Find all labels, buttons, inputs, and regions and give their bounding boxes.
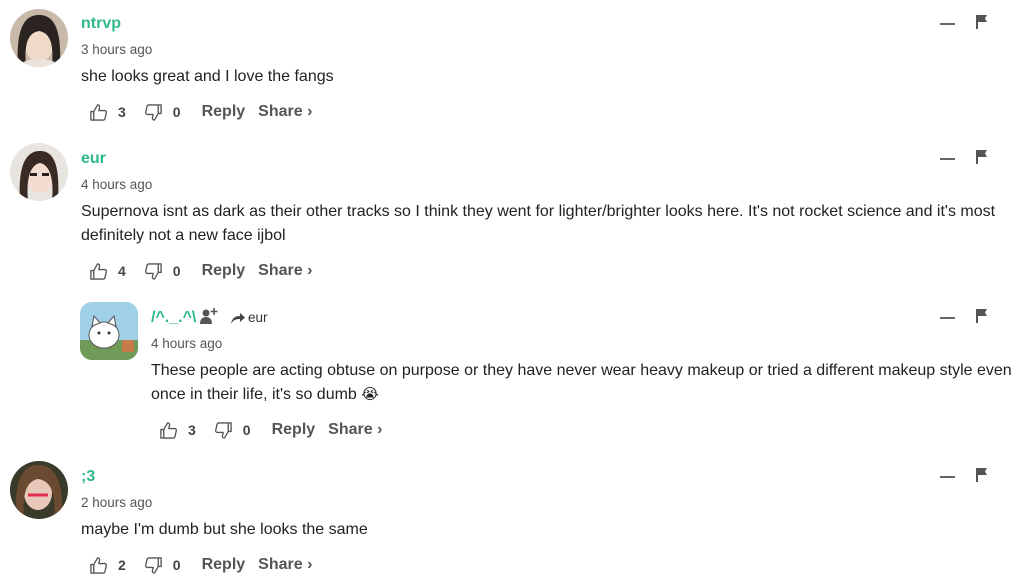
thumbs-up-icon <box>90 556 108 574</box>
flag-icon[interactable] <box>975 308 989 324</box>
share-button[interactable]: Share › <box>258 103 312 121</box>
flag-icon[interactable] <box>975 149 989 165</box>
minimize-icon[interactable] <box>940 14 956 30</box>
timestamp[interactable]: 4 hours ago <box>81 177 152 192</box>
comment-text: maybe I'm dumb but she looks the same <box>81 521 368 538</box>
comment-text: she looks great and I love the fangs <box>81 68 334 85</box>
like-count: 2 <box>118 557 126 573</box>
comment-actions: 3 0 Reply Share › <box>89 100 312 124</box>
username[interactable]: ;3 <box>81 468 95 486</box>
reply-button[interactable]: Reply <box>202 556 246 574</box>
thumbs-down-icon <box>144 103 162 121</box>
thumbs-up-icon <box>90 103 108 121</box>
like-button[interactable]: 3 <box>89 103 126 122</box>
reply-arrow-icon <box>231 312 245 324</box>
like-button[interactable]: 4 <box>89 262 126 281</box>
avatar[interactable] <box>10 9 68 67</box>
dislike-button[interactable]: 0 <box>144 262 181 281</box>
comment-actions: 3 0 Reply Share › <box>159 418 382 442</box>
avatar[interactable] <box>10 461 68 519</box>
thumbs-down-icon <box>144 262 162 280</box>
comment-actions: 4 0 Reply Share › <box>89 259 312 283</box>
flag-icon[interactable] <box>975 14 989 30</box>
avatar[interactable] <box>10 143 68 201</box>
like-count: 3 <box>118 104 126 120</box>
comment-text: These people are acting obtuse on purpos… <box>151 359 1016 407</box>
reply-button[interactable]: Reply <box>202 262 246 280</box>
like-button[interactable]: 2 <box>89 556 126 575</box>
dislike-button[interactable]: 0 <box>144 103 181 122</box>
like-button[interactable]: 3 <box>159 421 196 440</box>
timestamp[interactable]: 2 hours ago <box>81 495 152 510</box>
comment-text: Supernova isnt as dark as their other tr… <box>81 203 996 244</box>
crying-face-emoji: 😭 <box>361 386 379 403</box>
thumbs-up-icon <box>160 421 178 439</box>
reply-button[interactable]: Reply <box>272 421 316 439</box>
share-button[interactable]: Share › <box>328 421 382 439</box>
dislike-count: 0 <box>172 104 181 120</box>
comment-actions: 2 0 Reply Share › <box>89 553 312 577</box>
reply-to[interactable]: eur <box>230 310 268 325</box>
flag-icon[interactable] <box>975 467 989 483</box>
dislike-count: 0 <box>172 557 181 573</box>
reply-to-username[interactable]: eur <box>248 310 268 325</box>
timestamp[interactable]: 3 hours ago <box>81 42 152 57</box>
minimize-icon[interactable] <box>940 467 956 483</box>
avatar[interactable] <box>80 302 138 360</box>
like-count: 3 <box>188 422 196 438</box>
minimize-icon[interactable] <box>940 149 956 165</box>
dislike-button[interactable]: 0 <box>214 421 251 440</box>
thumbs-down-icon <box>144 556 162 574</box>
like-count: 4 <box>118 263 126 279</box>
minimize-icon[interactable] <box>940 308 956 324</box>
timestamp[interactable]: 4 hours ago <box>151 336 222 351</box>
dislike-button[interactable]: 0 <box>144 556 181 575</box>
dislike-count: 0 <box>242 422 251 438</box>
username[interactable]: eur <box>81 150 106 168</box>
reply-button[interactable]: Reply <box>202 103 246 121</box>
share-button[interactable]: Share › <box>258 556 312 574</box>
follow-user-icon[interactable] <box>199 307 218 330</box>
username[interactable]: /^._.^\ <box>151 309 196 327</box>
username[interactable]: ntrvp <box>81 15 121 33</box>
thumbs-down-icon <box>214 421 232 439</box>
comment-text-content: These people are acting obtuse on purpos… <box>151 362 1012 403</box>
share-button[interactable]: Share › <box>258 262 312 280</box>
thumbs-up-icon <box>90 262 108 280</box>
dislike-count: 0 <box>172 263 181 279</box>
